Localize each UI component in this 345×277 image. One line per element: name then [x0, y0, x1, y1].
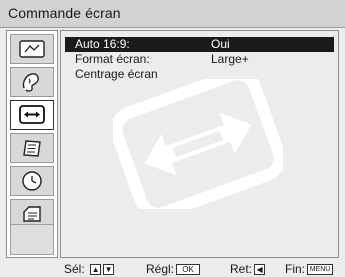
menu-item-label: Auto 16:9:: [75, 37, 130, 51]
select-hint: Sél: ▲ ▼: [64, 262, 115, 277]
setup-icon: [23, 206, 41, 222]
empty-icon-slot: [10, 224, 54, 255]
screen-control-watermark-icon: [113, 79, 283, 209]
up-arrow-icon: ▲: [90, 264, 102, 276]
screen-control-icon: [19, 105, 45, 124]
picture-adjust-icon: [19, 40, 45, 58]
menu-item-auto-16-9[interactable]: Auto 16:9: Oui: [65, 37, 334, 52]
sound-tab[interactable]: [10, 67, 54, 97]
title-bar: Commande écran: [0, 0, 345, 28]
menu-item-label: Centrage écran: [75, 67, 158, 81]
ok-key: OK: [176, 264, 201, 276]
channel-preset-tab[interactable]: [10, 133, 54, 163]
select-hint-label: Sél:: [64, 262, 85, 276]
adjust-hint-label: Régl:: [146, 262, 175, 276]
menu-key: MENU: [307, 264, 334, 276]
back-hint: Ret: ◀: [230, 262, 266, 277]
end-hint-label: Fin:: [285, 262, 306, 276]
menu-item-label: Format écran:: [75, 52, 150, 66]
timer-icon: [22, 171, 42, 191]
menu-item-format-ecran[interactable]: Format écran: Large+: [65, 52, 334, 67]
timer-tab[interactable]: [10, 166, 54, 196]
down-arrow-icon: ▼: [103, 264, 115, 276]
menu-item-centrage-ecran[interactable]: Centrage écran: [65, 67, 334, 82]
screen-control-tab[interactable]: [10, 100, 54, 130]
channel-preset-icon: [23, 140, 41, 157]
left-arrow-icon: ◀: [254, 264, 266, 276]
end-hint: Fin: MENU: [285, 262, 334, 277]
back-hint-label: Ret:: [230, 262, 253, 276]
menu-icon-column: [6, 30, 58, 258]
key-hints-bar: Sél: ▲ ▼ Régl: OK Ret: ◀ Fin: MENU: [0, 262, 345, 277]
picture-adjust-tab[interactable]: [10, 34, 54, 64]
adjust-hint: Régl: OK: [146, 262, 201, 277]
tv-menu-screen: Commande écran Auto 16:9: Oui Format écr…: [0, 0, 345, 277]
menu-item-value: Oui: [211, 37, 230, 51]
menu-item-value: Large+: [211, 52, 249, 66]
sound-icon: [22, 73, 39, 92]
menu-title: Commande écran: [8, 5, 121, 21]
menu-panel: Auto 16:9: Oui Format écran: Large+ Cent…: [60, 30, 339, 258]
